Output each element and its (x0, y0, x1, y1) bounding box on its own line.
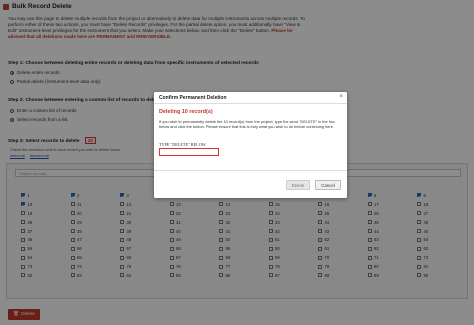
confirm-delete-dialog: Confirm Permanent Deletion × Deleting 10… (154, 92, 347, 198)
dialog-footer: Delete Cancel (154, 170, 347, 198)
close-icon[interactable]: × (339, 94, 343, 100)
type-delete-label: TYPE "DELETE" BELOW (159, 142, 206, 147)
dialog-body: If you wish to permanently delete the 10… (159, 119, 335, 129)
confirm-delete-button[interactable]: Delete (286, 180, 310, 190)
dialog-header: Confirm Permanent Deletion (154, 92, 347, 104)
confirm-delete-input[interactable] (159, 148, 219, 156)
dialog-subtitle: Deleting 10 record(s) (159, 109, 213, 115)
dialog-title: Confirm Permanent Deletion (159, 94, 227, 101)
cancel-button[interactable]: Cancel (315, 180, 341, 190)
